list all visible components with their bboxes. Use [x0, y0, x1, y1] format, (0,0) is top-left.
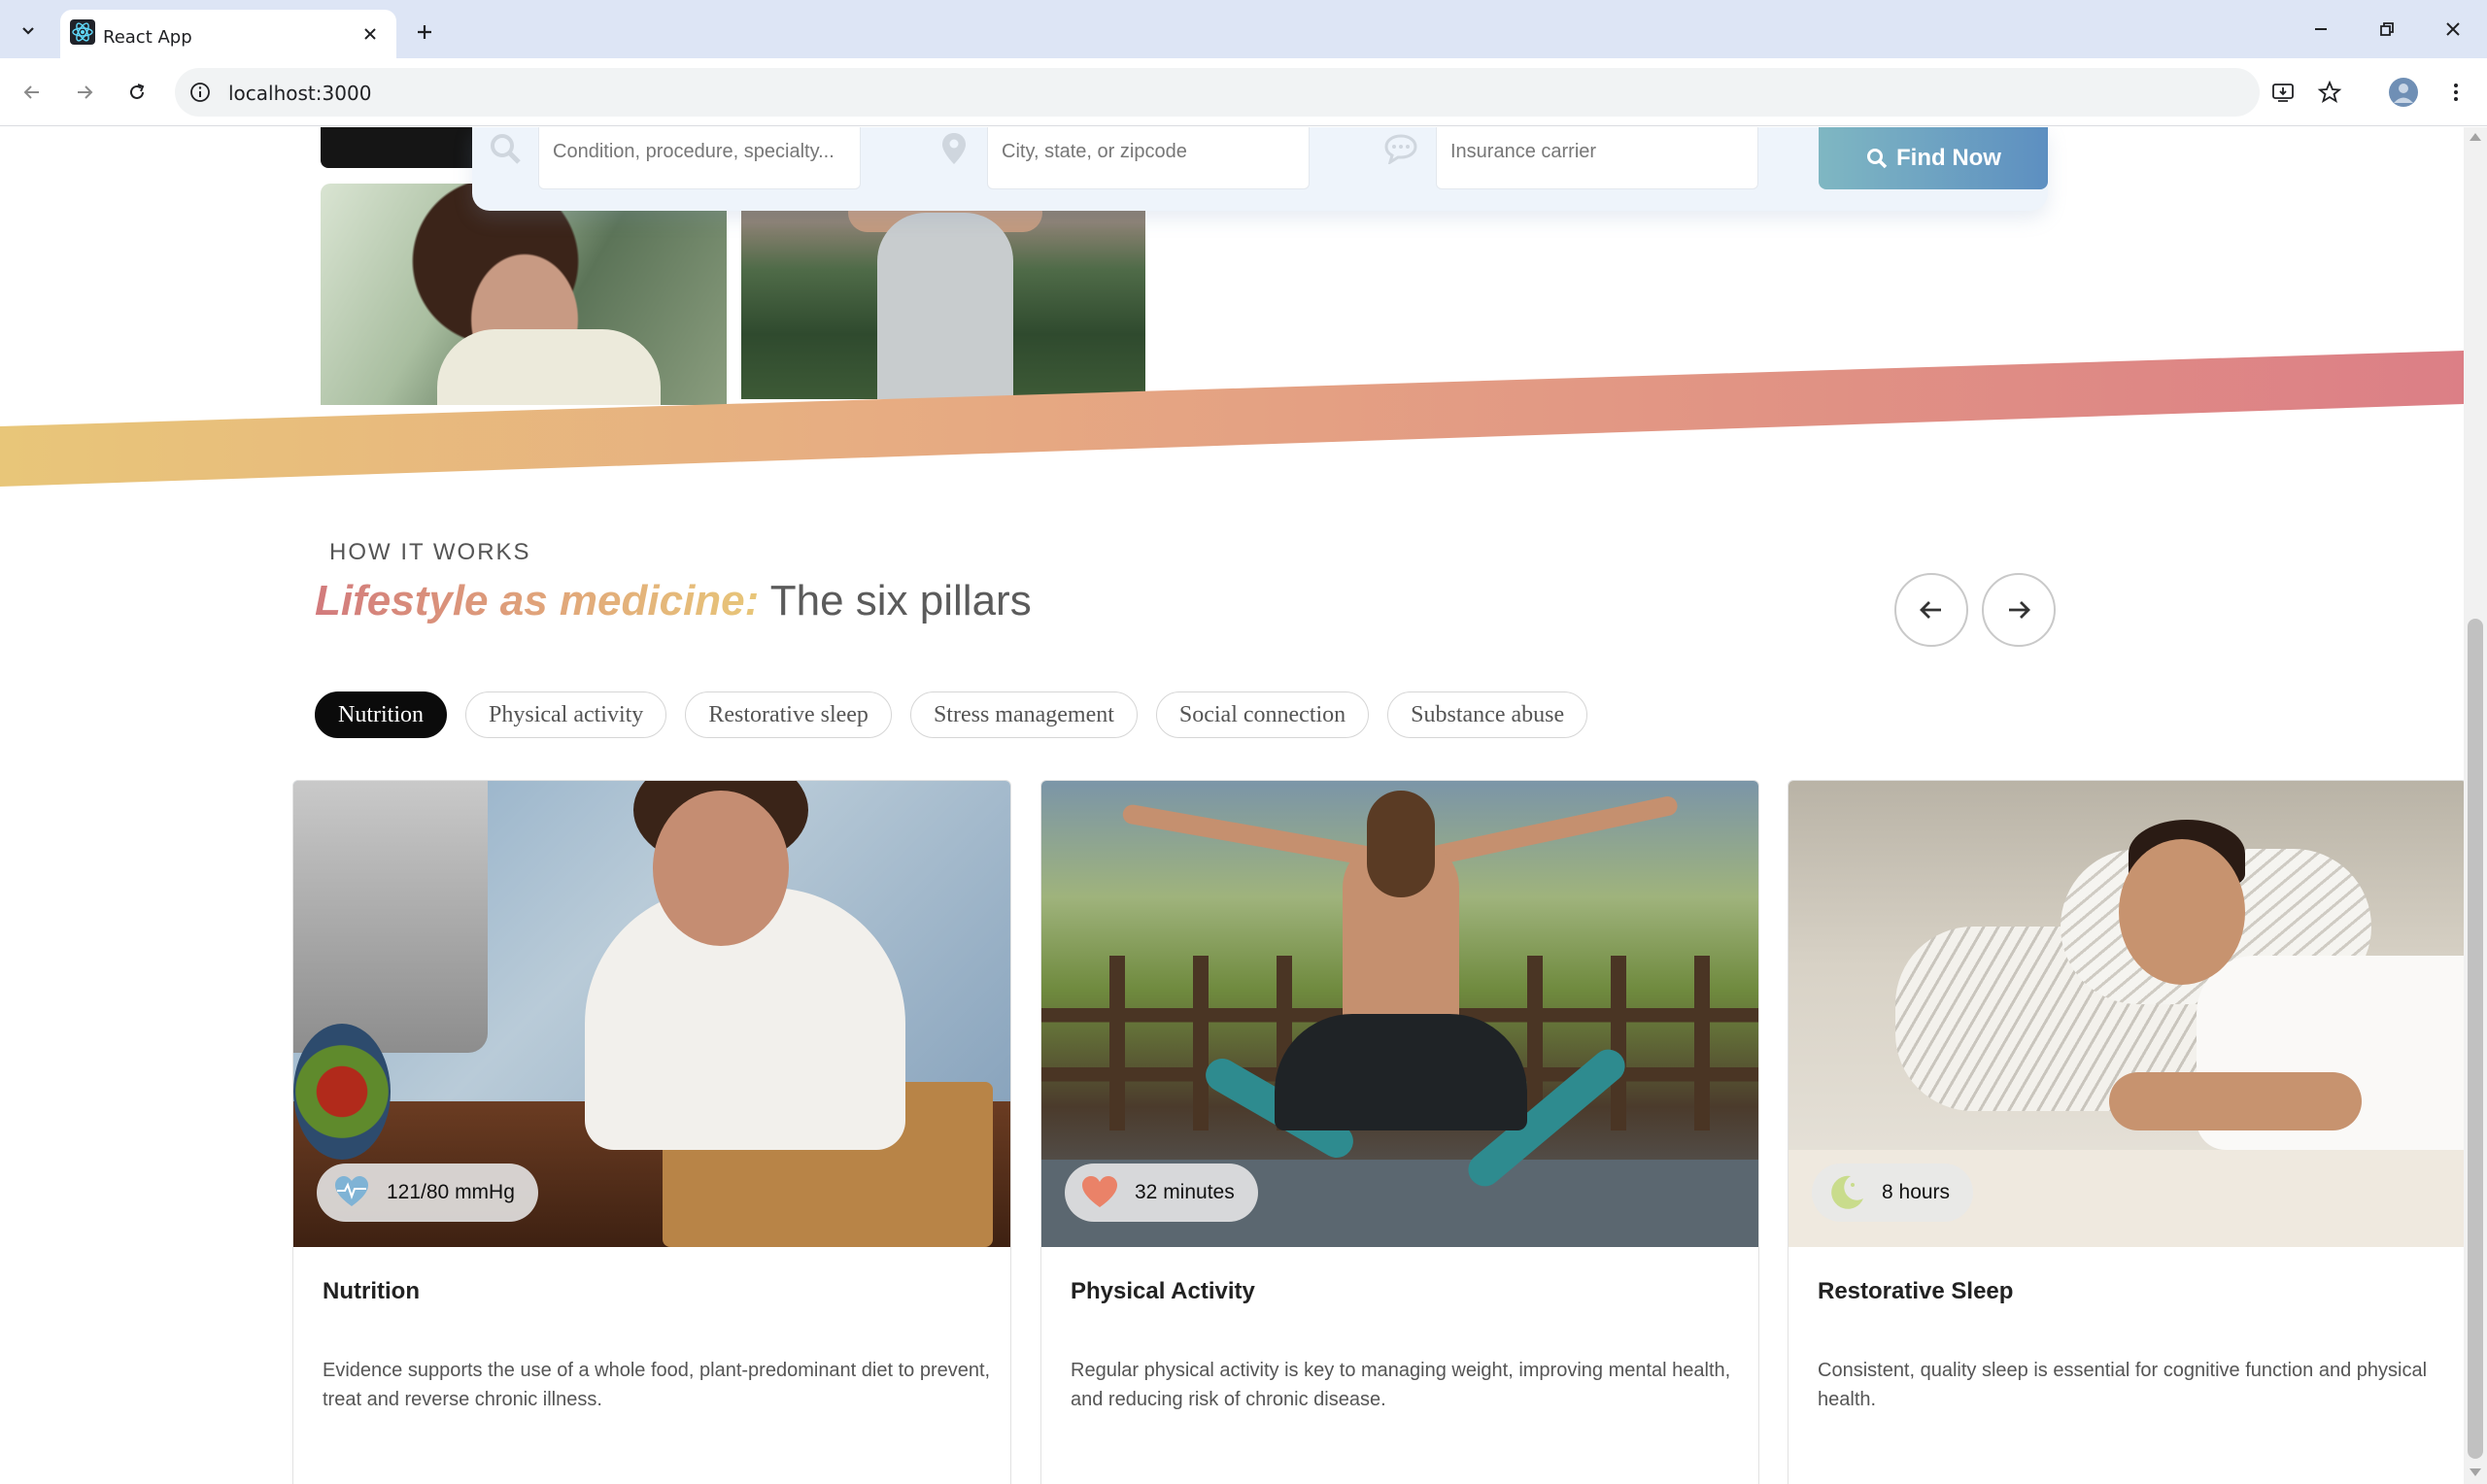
metric-value: 8 hours	[1882, 1181, 1951, 1203]
card-description: Evidence supports the use of a whole foo…	[323, 1360, 991, 1410]
metric-badge: 121/80 mmHg	[317, 1164, 538, 1222]
page-viewport: Condition, procedure, specialty... City,…	[0, 127, 2464, 1484]
tab-close-button[interactable]	[358, 21, 383, 47]
more-vertical-icon	[2454, 84, 2458, 101]
find-now-button[interactable]: Find Now	[1819, 127, 2048, 189]
section-eyebrow: HOW IT WORKS	[329, 539, 531, 565]
search-icon	[1867, 149, 1888, 169]
restore-icon	[2380, 22, 2394, 36]
metric-badge: 32 minutes	[1065, 1164, 1258, 1222]
new-tab-button[interactable]	[408, 16, 441, 49]
metric-badge: 8 hours	[1812, 1164, 1974, 1222]
page-scrollbar[interactable]	[2464, 127, 2487, 1484]
arrow-right-icon	[78, 85, 93, 99]
site-info-icon[interactable]	[188, 81, 212, 104]
install-app-button[interactable]	[2266, 75, 2300, 110]
metric-value: 121/80 mmHg	[387, 1181, 515, 1203]
restorative-sleep-photo: 8 hours	[1789, 781, 2464, 1247]
chip-stress-management[interactable]: Stress management	[909, 691, 1138, 738]
chip-social-connection[interactable]: Social connection	[1155, 691, 1370, 738]
chrome-menu-button[interactable]	[2438, 75, 2473, 110]
pillar-card-physical-activity[interactable]: 32 minutes Physical Activity Regular phy…	[1040, 780, 1759, 1484]
section-title-rest: The six pillars	[759, 577, 1032, 624]
pillar-filter-chips: Nutrition Physical activity Restorative …	[315, 691, 1588, 738]
search-bar: Condition, procedure, specialty... City,…	[472, 127, 2048, 211]
location-placeholder: City, state, or zipcode	[1002, 141, 1187, 162]
card-title: Restorative Sleep	[1818, 1278, 2014, 1304]
scroll-thumb[interactable]	[2468, 619, 2483, 1459]
react-logo-icon	[70, 19, 95, 45]
profile-button[interactable]	[2386, 75, 2421, 110]
plus-icon	[418, 25, 431, 39]
find-now-label: Find Now	[1896, 145, 2001, 171]
bookmark-button[interactable]	[2312, 75, 2347, 110]
browser-toolbar: localhost:3000	[0, 58, 2487, 126]
physical-activity-photo: 32 minutes	[1041, 781, 1758, 1247]
insurance-input[interactable]: Insurance carrier	[1436, 127, 1758, 189]
close-icon	[2446, 22, 2460, 36]
card-title: Nutrition	[323, 1278, 420, 1304]
heart-pulse-icon	[332, 1173, 371, 1212]
back-button[interactable]	[14, 74, 51, 111]
minimize-icon	[2315, 28, 2327, 30]
card-description: Regular physical activity is key to mana…	[1071, 1360, 1731, 1410]
avatar	[2389, 78, 2418, 107]
decorative-gradient-band	[0, 351, 2464, 487]
arrow-left-icon	[23, 85, 39, 99]
arrow-left-icon	[1920, 601, 1941, 619]
section-title: Lifestyle as medicine: The six pillars	[315, 577, 1032, 625]
minimize-button[interactable]	[2299, 12, 2343, 47]
chip-restorative-sleep[interactable]: Restorative sleep	[685, 691, 892, 738]
chat-bubble-icon	[1381, 129, 1420, 168]
close-window-button[interactable]	[2431, 12, 2475, 47]
browser-tab-bar: React App	[0, 0, 2487, 58]
pillar-card-nutrition[interactable]: 121/80 mmHg Nutrition Evidence supports …	[292, 780, 1011, 1484]
section-title-accent: Lifestyle as medicine:	[315, 577, 760, 624]
metric-value: 32 minutes	[1135, 1181, 1235, 1203]
reload-icon	[130, 84, 145, 99]
search-icon	[486, 129, 525, 168]
install-icon	[2272, 84, 2294, 102]
scroll-up-arrow[interactable]	[2470, 133, 2481, 141]
browser-tab[interactable]: React App	[60, 10, 396, 58]
star-icon	[2317, 80, 2342, 103]
forward-button[interactable]	[66, 74, 103, 111]
address-url: localhost:3000	[228, 82, 372, 105]
pillar-card-restorative-sleep[interactable]: 8 hours Restorative Sleep Consistent, qu…	[1788, 780, 2464, 1484]
location-input[interactable]: City, state, or zipcode	[987, 127, 1310, 189]
carousel-next-button[interactable]	[1982, 573, 2056, 647]
tab-title: React App	[103, 27, 192, 48]
card-description: Consistent, quality sleep is essential f…	[1818, 1360, 2428, 1410]
restore-button[interactable]	[2365, 12, 2409, 47]
heart-icon	[1080, 1173, 1119, 1212]
nutrition-photo: 121/80 mmHg	[293, 781, 1010, 1247]
condition-search-input[interactable]: Condition, procedure, specialty...	[538, 127, 861, 189]
chevron-down-icon	[22, 27, 34, 35]
insurance-placeholder: Insurance carrier	[1450, 141, 1597, 162]
hero-photo-dark	[321, 127, 482, 168]
chip-nutrition[interactable]: Nutrition	[315, 691, 447, 738]
card-title: Physical Activity	[1071, 1278, 1255, 1304]
moon-icon	[1827, 1173, 1866, 1212]
address-bar[interactable]: localhost:3000	[175, 68, 2260, 117]
reload-button[interactable]	[119, 74, 155, 111]
scroll-down-arrow[interactable]	[2470, 1468, 2481, 1476]
chip-physical-activity[interactable]: Physical activity	[465, 691, 667, 738]
chip-substance-abuse[interactable]: Substance abuse	[1387, 691, 1588, 738]
condition-placeholder: Condition, procedure, specialty...	[553, 141, 835, 162]
arrow-right-icon	[2009, 601, 2030, 619]
tab-search-button[interactable]	[8, 14, 49, 47]
carousel-prev-button[interactable]	[1894, 573, 1968, 647]
close-icon	[364, 28, 376, 40]
location-pin-icon	[935, 129, 973, 168]
